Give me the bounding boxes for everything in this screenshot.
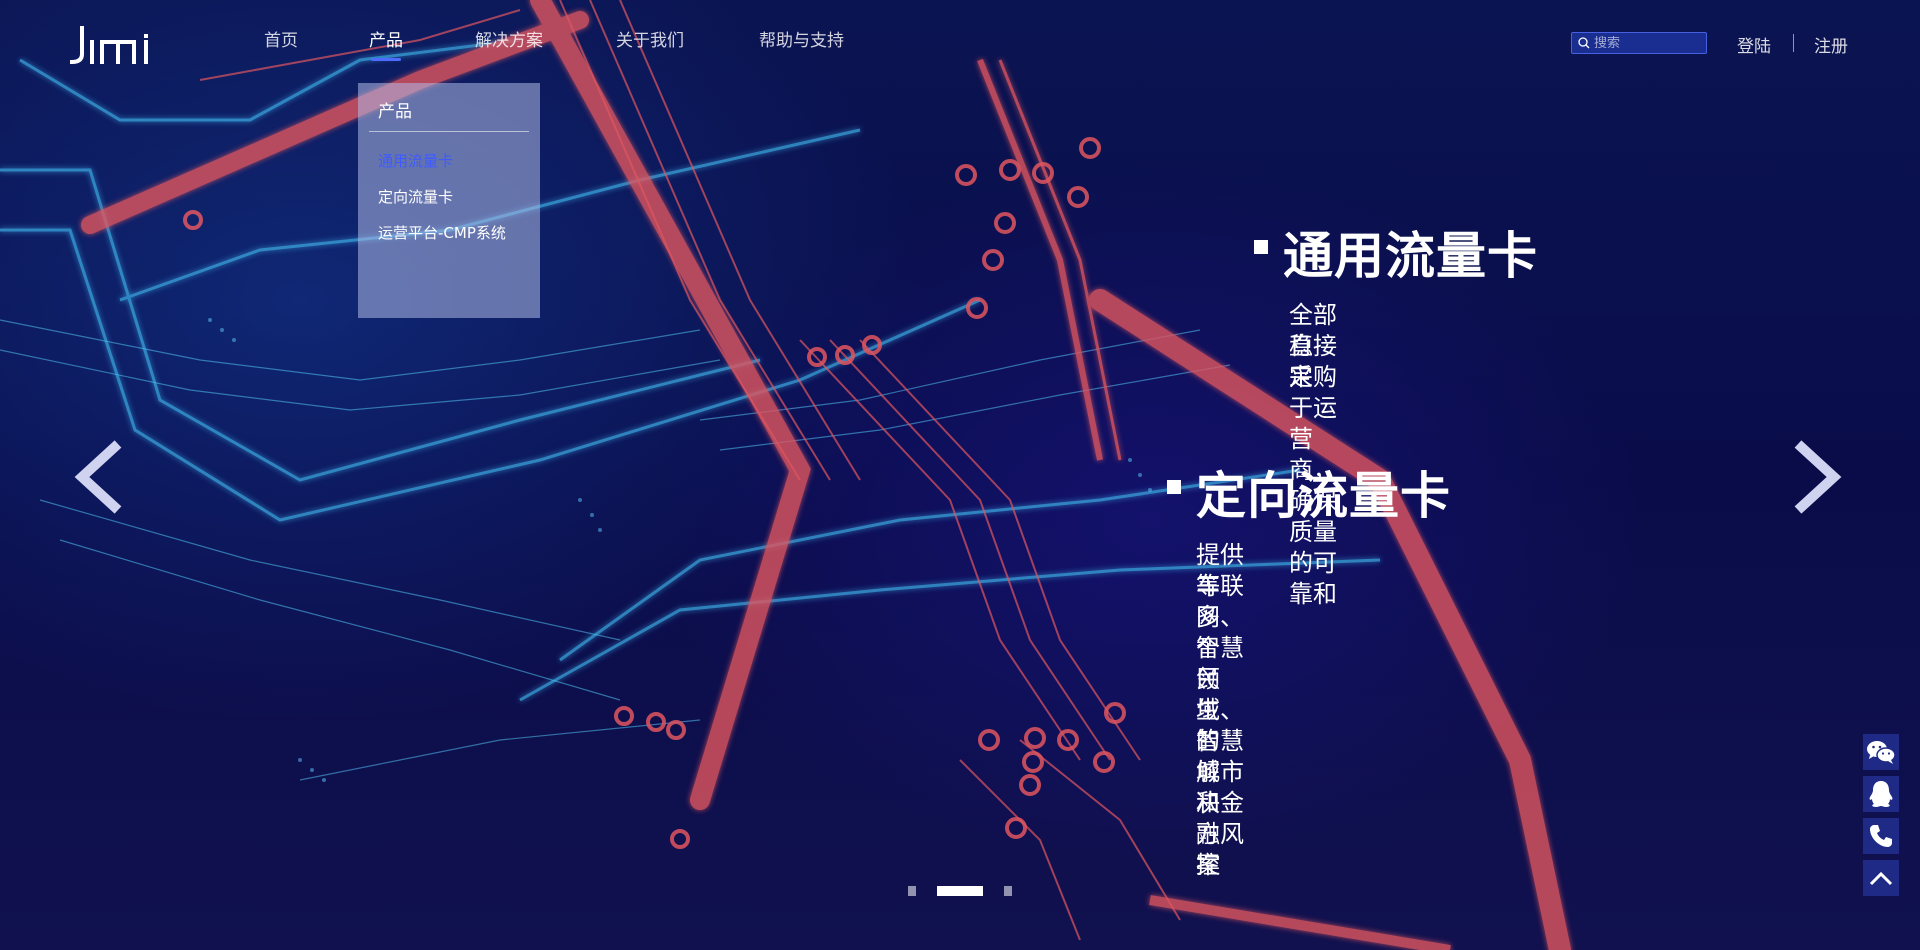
login-link[interactable]: 登陆 [1737, 32, 1771, 57]
qq-icon [1869, 781, 1893, 807]
dropdown-item-cmp-platform[interactable]: 运营平台-CMP系统 [378, 222, 506, 243]
feature-title: 定向流量卡 [1196, 467, 1451, 525]
chevron-right-icon [1794, 440, 1842, 514]
pagination-dot-3[interactable] [1004, 886, 1012, 896]
phone-icon [1870, 825, 1892, 847]
nav-help-support[interactable]: 帮助与支持 [759, 26, 844, 51]
register-link[interactable]: 注册 [1814, 32, 1848, 57]
feature-description-line-2: 稳定 [1289, 332, 1313, 391]
feature-bullet [1254, 240, 1268, 254]
feature-description-line-2: 等多个领域的解决方案 [1196, 572, 1220, 879]
jimi-logo-mark [69, 26, 148, 65]
wechat-icon [1867, 741, 1896, 764]
nav-products[interactable]: 产品 [369, 26, 403, 51]
back-to-top-icon [1869, 871, 1893, 886]
active-nav-indicator [371, 58, 401, 61]
products-dropdown-menu: 产品 通用流量卡 定向流量卡 运营平台-CMP系统 [358, 83, 540, 318]
back-to-top-button[interactable] [1863, 860, 1899, 896]
prev-slide-button[interactable] [70, 440, 126, 514]
wechat-button[interactable] [1863, 734, 1899, 770]
dropdown-item-general-data-card[interactable]: 通用流量卡 [378, 150, 453, 171]
pagination-dot-1[interactable] [908, 886, 916, 896]
dropdown-title: 产品 [378, 102, 412, 122]
dropdown-item-directed-data-card[interactable]: 定向流量卡 [378, 186, 453, 207]
search-box[interactable] [1571, 32, 1707, 54]
nav-home[interactable]: 首页 [264, 26, 298, 51]
jimi-logo[interactable] [68, 26, 166, 66]
circuit-board-graphic [0, 0, 1571, 950]
feature-title: 通用流量卡 [1283, 227, 1538, 285]
pagination-dot-2[interactable] [937, 886, 983, 896]
feature-bullet [1167, 480, 1181, 494]
qq-button[interactable] [1863, 776, 1899, 812]
chevron-left-icon [74, 440, 122, 514]
nav-about-us[interactable]: 关于我们 [616, 26, 684, 51]
phone-button[interactable] [1863, 818, 1899, 854]
search-icon [1578, 37, 1590, 49]
search-input[interactable] [1590, 35, 1694, 51]
nav-solutions[interactable]: 解决方案 [475, 26, 543, 51]
hero-background [0, 0, 1920, 950]
dropdown-divider [369, 131, 529, 132]
auth-divider [1793, 34, 1794, 52]
next-slide-button[interactable] [1790, 440, 1846, 514]
